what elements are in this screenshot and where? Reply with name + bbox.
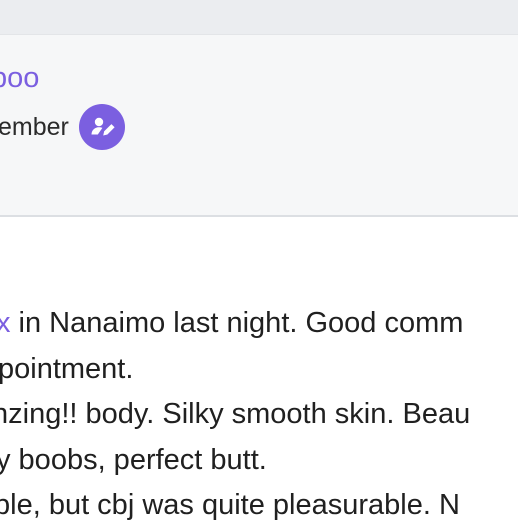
post-line-2: pointment. bbox=[0, 353, 134, 385]
member-role-label: ember bbox=[0, 112, 69, 141]
top-bar bbox=[0, 0, 518, 35]
post-line-1: x in Nanaimo last night. Good comm bbox=[0, 306, 463, 340]
post-line-3: nzing!! body. Silky smooth skin. Beau bbox=[0, 398, 471, 430]
post-line-5: ble, but cbj was quite pleasurable. N bbox=[0, 489, 460, 521]
username-link[interactable]: boo bbox=[0, 62, 39, 95]
post-location-link[interactable]: x bbox=[0, 307, 11, 339]
member-info: ember bbox=[0, 104, 125, 150]
user-edit-icon[interactable] bbox=[78, 104, 125, 150]
post-line-4: y boobs, perfect butt. bbox=[0, 444, 267, 476]
post-line-1-text: in Nanaimo last night. Good comm bbox=[10, 307, 464, 339]
